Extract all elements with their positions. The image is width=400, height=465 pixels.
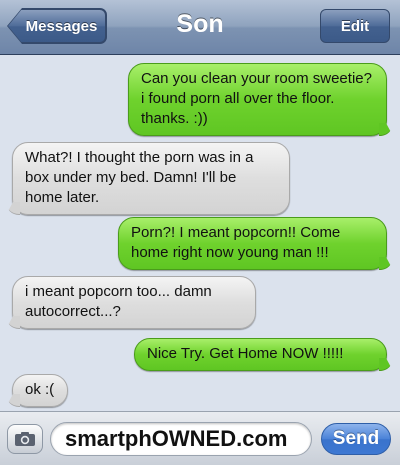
camera-icon — [15, 432, 35, 446]
message-thread[interactable]: Can you clean your room sweetie? i found… — [0, 55, 400, 411]
message-bubble-sent: Can you clean your room sweetie? i found… — [128, 63, 387, 136]
compose-bar: smartphOWNED.com Send — [0, 411, 400, 465]
edit-button[interactable]: Edit — [320, 9, 390, 43]
back-to-messages-button[interactable]: Messages — [8, 9, 106, 43]
conversation-title: Son — [176, 10, 224, 38]
send-button[interactable]: Send — [321, 423, 391, 455]
navigation-bar: Messages Son Edit — [0, 0, 400, 55]
message-bubble-received: What?! I thought the porn was in a box u… — [12, 142, 290, 215]
message-bubble-received: ok :( — [12, 374, 68, 407]
message-input[interactable]: smartphOWNED.com — [50, 422, 312, 456]
camera-button[interactable] — [7, 424, 43, 454]
message-bubble-sent: Porn?! I meant popcorn!! Come home right… — [118, 217, 387, 270]
message-bubble-sent: Nice Try. Get Home NOW !!!!! — [134, 338, 387, 371]
message-bubble-received: i meant popcorn too... damn autocorrect.… — [12, 276, 256, 329]
